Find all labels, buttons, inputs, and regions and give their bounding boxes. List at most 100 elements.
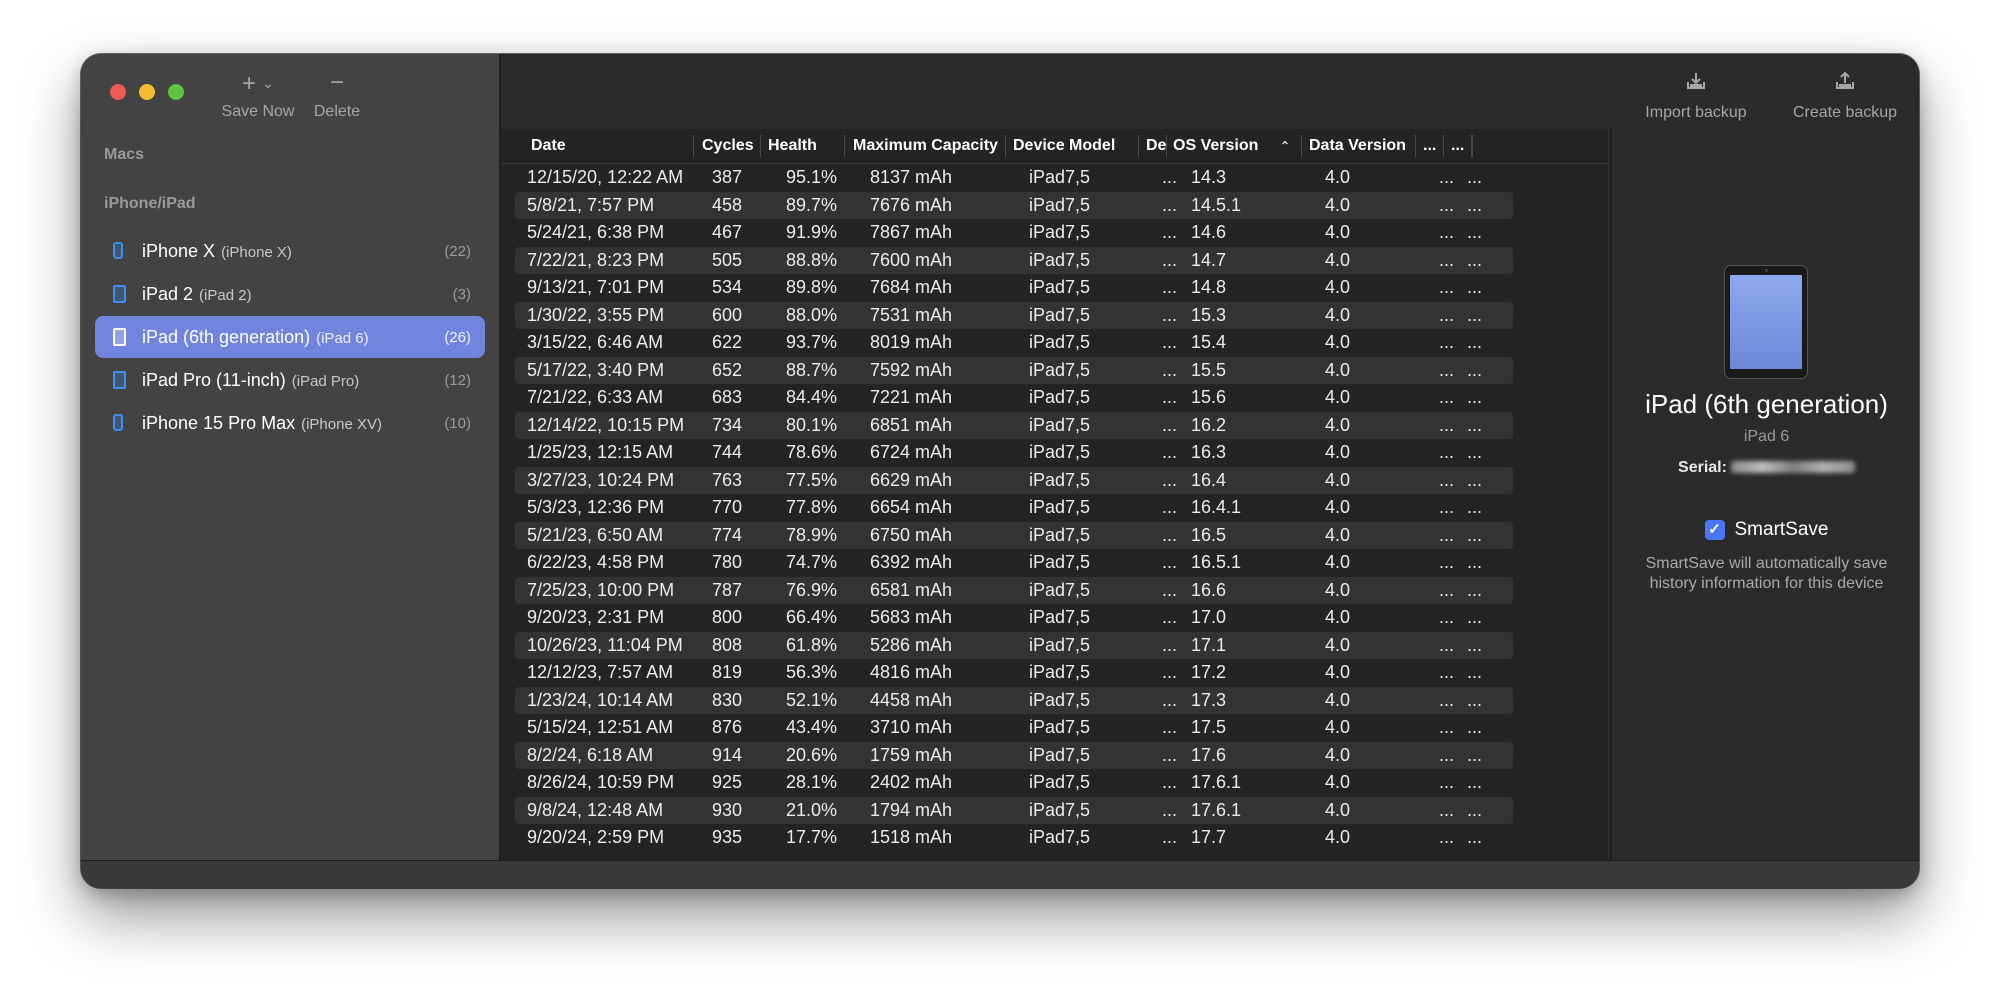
device-item-model: (iPad 2)	[199, 286, 252, 304]
cell-device-model: iPad7,5	[1029, 332, 1091, 352]
column-header-os-version[interactable]: OS Version ⌃	[1167, 129, 1302, 163]
column-header-data-version[interactable]: Data Version	[1302, 129, 1416, 163]
cell-extra-1: ...	[1439, 359, 1455, 380]
cell-de: ...	[1162, 689, 1178, 710]
minimize-window-button[interactable]	[139, 84, 155, 100]
table-row[interactable]: 8/2/24, 6:18 AM 914 20.6% 1759 mAh iPad7,5..…	[515, 741, 1513, 769]
create-backup-button[interactable]: Create backup	[1781, 71, 1909, 122]
table-row[interactable]: 5/24/21, 6:38 PM 467 91.9% 7867 mAh iPad7,5.…	[515, 219, 1513, 247]
cell-de: ...	[1162, 497, 1178, 517]
table-row[interactable]: 6/22/23, 4:58 PM 780 74.7% 6392 mAh iPad7,5.…	[515, 549, 1513, 577]
table-row[interactable]: 5/17/22, 3:40 PM 652 88.7% 7592 mAh iPad7,5.…	[515, 356, 1513, 384]
table-row[interactable]: 3/27/23, 10:24 PM 763 77.5% 6629 mAh iPad7,5…	[515, 466, 1513, 494]
zoom-window-button[interactable]	[168, 84, 184, 100]
save-now-label: Save Now	[221, 103, 295, 120]
cell-de: ...	[1162, 772, 1178, 792]
column-header-de[interactable]: De	[1139, 129, 1167, 163]
import-backup-button[interactable]: Import backup	[1636, 72, 1756, 122]
cell-capacity: 6581 mAh	[870, 579, 953, 600]
cell-date: 12/14/22, 10:15 PM	[527, 414, 685, 435]
table-row[interactable]: 9/20/24, 2:59 PM 935 17.7% 1518 mAh iPad7,5.…	[515, 824, 1513, 852]
table-row[interactable]: 9/20/23, 2:31 PM 800 66.4% 5683 mAh iPad7,5.…	[515, 604, 1513, 632]
save-now-button[interactable]: + ⌄ Save Now	[215, 71, 301, 121]
cell-date: 7/22/21, 8:23 PM	[527, 249, 665, 270]
cell-de: ...	[1162, 524, 1178, 545]
cell-extra-2: ...	[1467, 194, 1483, 215]
cell-os-version: 14.6	[1191, 222, 1227, 242]
sidebar-device-item[interactable]: iPad 2 (iPad 2) (3)	[95, 273, 485, 315]
cell-extra-1: ...	[1439, 249, 1455, 270]
cell-capacity: 6851 mAh	[870, 414, 953, 435]
sidebar-device-item[interactable]: iPhone X (iPhone X) (22)	[95, 230, 485, 272]
cell-capacity: 1794 mAh	[870, 799, 953, 820]
cell-date: 8/26/24, 10:59 PM	[527, 772, 675, 792]
column-header-device-model[interactable]: Device Model	[1006, 129, 1139, 163]
table-row[interactable]: 7/21/22, 6:33 AM 683 84.4% 7221 mAh iPad7,5.…	[515, 384, 1513, 412]
history-table[interactable]: Date Cycles Health Maximum Capacity Devi…	[501, 129, 1608, 860]
table-row[interactable]: 5/21/23, 6:50 AM 774 78.9% 6750 mAh iPad7,5.…	[515, 521, 1513, 549]
smartsave-checkbox[interactable]: ✓	[1704, 520, 1725, 540]
cell-os-version: 16.2	[1191, 414, 1227, 435]
table-row[interactable]: 9/8/24, 12:48 AM 930 21.0% 1794 mAh iPad7,5.…	[515, 796, 1513, 824]
column-header-cycles[interactable]: Cycles	[694, 129, 761, 163]
cell-data-version: 4.0	[1325, 689, 1351, 710]
cell-de: ...	[1162, 579, 1178, 600]
table-row[interactable]: 9/13/21, 7:01 PM 534 89.8% 7684 mAh iPad7,5.…	[515, 274, 1513, 302]
device-item-count: (26)	[444, 328, 471, 346]
cell-de: ...	[1162, 194, 1178, 215]
sidebar-device-item[interactable]: iPad (6th generation) (iPad 6) (26)	[95, 316, 485, 358]
table-row[interactable]: 3/15/22, 6:46 AM 622 93.7% 8019 mAh iPad7,5.…	[515, 329, 1513, 357]
cell-device-model: iPad7,5	[1029, 249, 1091, 270]
cell-health: 88.0%	[786, 304, 838, 325]
cell-os-version: 16.3	[1191, 442, 1227, 462]
cell-capacity: 6724 mAh	[870, 442, 953, 462]
import-backup-label: Import backup	[1645, 104, 1747, 121]
table-row[interactable]: 5/15/24, 12:51 AM 876 43.4% 3710 mAh iPad7,5…	[515, 714, 1513, 742]
table-row[interactable]: 8/26/24, 10:59 PM 925 28.1% 2402 mAh iPad7,5…	[515, 769, 1513, 797]
cell-device-model: iPad7,5	[1029, 167, 1091, 187]
cell-health: 76.9%	[786, 579, 838, 600]
sidebar-device-item[interactable]: iPad Pro (11-inch) (iPad Pro) (12)	[95, 359, 485, 401]
table-row[interactable]: 5/8/21, 7:57 PM 458 89.7% 7676 mAh iPad7,5..…	[515, 191, 1513, 219]
cell-health: 80.1%	[786, 414, 838, 435]
column-header-maximum-capacity[interactable]: Maximum Capacity	[845, 129, 1006, 163]
column-header-extra-2[interactable]: ...	[1444, 129, 1472, 163]
cell-cycles: 930	[712, 799, 743, 820]
column-header-health[interactable]: Health	[761, 129, 845, 163]
cell-cycles: 925	[712, 772, 743, 792]
cell-date: 9/8/24, 12:48 AM	[527, 799, 664, 820]
table-row[interactable]: 10/26/23, 11:04 PM 808 61.8% 5286 mAh iPad7,…	[515, 631, 1513, 659]
cell-device-model: iPad7,5	[1029, 414, 1091, 435]
cell-health: 17.7%	[786, 827, 838, 847]
table-row[interactable]: 12/12/23, 7:57 AM 819 56.3% 4816 mAh iPad7,5…	[515, 659, 1513, 687]
column-header-extra-1[interactable]: ...	[1416, 129, 1444, 163]
cell-extra-1: ...	[1439, 799, 1455, 820]
cell-device-model: iPad7,5	[1029, 634, 1091, 655]
table-row[interactable]: 1/30/22, 3:55 PM 600 88.0% 7531 mAh iPad7,5.…	[515, 301, 1513, 329]
cell-de: ...	[1162, 414, 1178, 435]
table-row[interactable]: 5/3/23, 12:36 PM 770 77.8% 6654 mAh iPad7,5.…	[515, 494, 1513, 522]
device-item-count: (12)	[444, 371, 471, 389]
table-row[interactable]: 7/25/23, 10:00 PM 787 76.9% 6581 mAh iPad7,5…	[515, 576, 1513, 604]
cell-health: 66.4%	[786, 607, 838, 627]
smartsave-toggle[interactable]: ✓ SmartSave	[1612, 519, 1919, 541]
sidebar-device-item[interactable]: iPhone 15 Pro Max (iPhone XV) (10)	[95, 402, 485, 444]
cell-data-version: 4.0	[1325, 772, 1351, 792]
table-row[interactable]: 1/25/23, 12:15 AM 744 78.6% 6724 mAh iPad7,5…	[515, 439, 1513, 467]
cell-os-version: 14.3	[1191, 167, 1227, 187]
cell-device-model: iPad7,5	[1029, 277, 1091, 297]
cell-health: 74.7%	[786, 552, 838, 572]
cell-data-version: 4.0	[1325, 222, 1351, 242]
cell-capacity: 2402 mAh	[870, 772, 953, 792]
cell-extra-1: ...	[1439, 497, 1455, 517]
cell-extra-2: ...	[1467, 662, 1483, 682]
delete-button[interactable]: − Delete	[307, 71, 367, 121]
close-window-button[interactable]	[110, 84, 126, 100]
table-row[interactable]: 12/14/22, 10:15 PM 734 80.1% 6851 mAh iPad7,…	[515, 411, 1513, 439]
table-row[interactable]: 7/22/21, 8:23 PM 505 88.8% 7600 mAh iPad7,5.…	[515, 246, 1513, 274]
cell-data-version: 4.0	[1325, 387, 1351, 407]
cell-cycles: 458	[712, 194, 743, 215]
table-row[interactable]: 1/23/24, 10:14 AM 830 52.1% 4458 mAh iPad7,5…	[515, 686, 1513, 714]
table-row[interactable]: 12/15/20, 12:22 AM 387 95.1% 8137 mAh iPad7,…	[515, 164, 1513, 192]
column-header-date[interactable]: Date	[501, 129, 694, 163]
